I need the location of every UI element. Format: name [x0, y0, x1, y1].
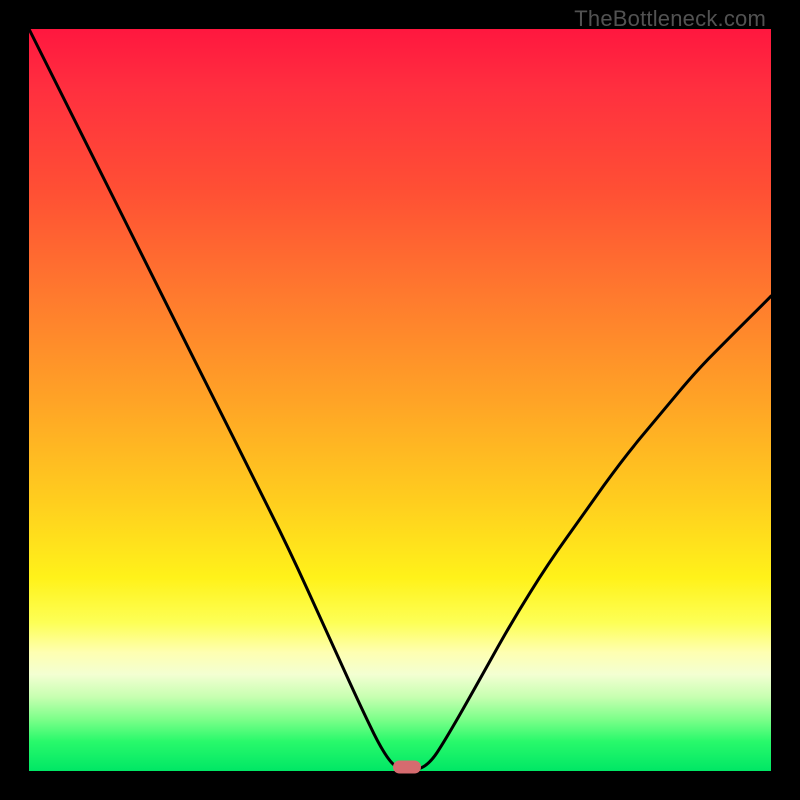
bottleneck-curve	[29, 29, 771, 771]
optimal-point-marker	[393, 761, 421, 774]
plot-area	[29, 29, 771, 771]
watermark-text: TheBottleneck.com	[574, 6, 766, 32]
chart-frame: TheBottleneck.com	[0, 0, 800, 800]
